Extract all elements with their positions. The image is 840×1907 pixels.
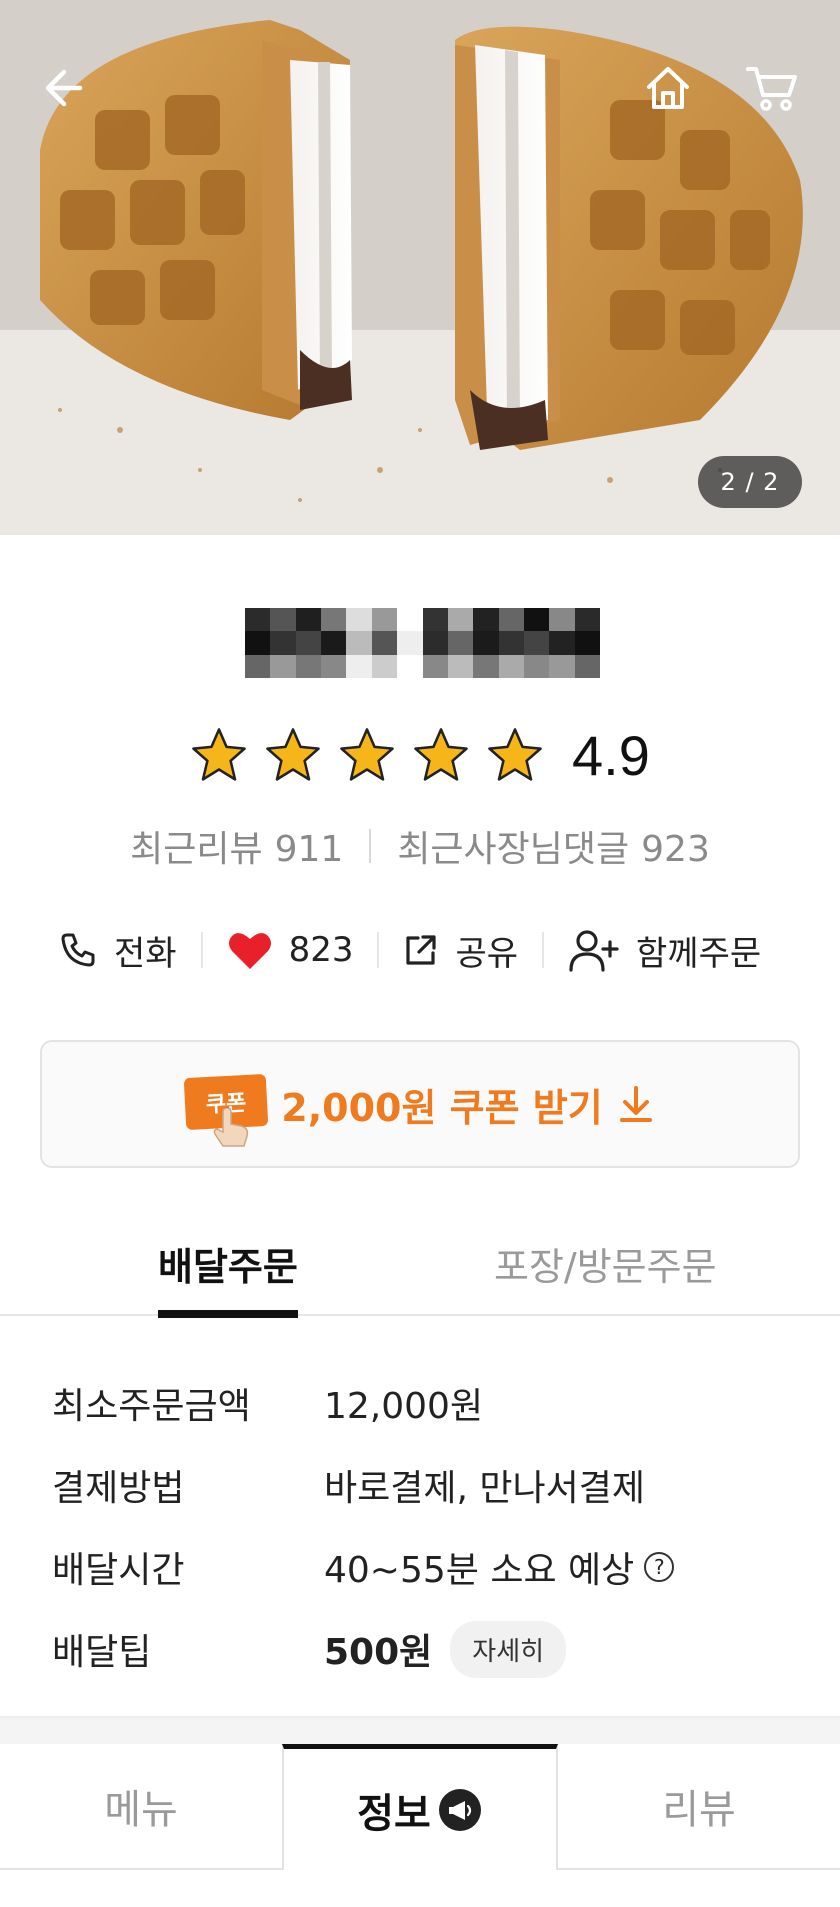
delivery-tip-value-wrap: 500원 자세히 [324, 1620, 567, 1678]
star-icon [340, 728, 394, 781]
store-photo[interactable]: 2 / 2 [0, 0, 840, 535]
download-icon [619, 1086, 652, 1122]
tab-pickup-label: 포장/방문주문 [494, 1245, 717, 1289]
share-icon [406, 935, 437, 965]
delivery-tip-value: 500원 [324, 1632, 433, 1673]
like-count: 823 [288, 930, 354, 970]
like-button[interactable]: 823 [227, 920, 354, 980]
help-icon[interactable]: ? [644, 1552, 675, 1582]
section-divider [0, 1716, 840, 1744]
divider [369, 829, 372, 863]
owner-replies-label: 최근사장님댓글 [397, 829, 630, 870]
share-label: 공유 [455, 933, 519, 974]
recent-reviews[interactable]: 최근리뷰 911 [130, 820, 343, 872]
cart-button[interactable] [740, 56, 804, 120]
megaphone-icon [438, 1788, 481, 1831]
info-row-delivery-time: 배달시간 40~55분 소요 예상 ? [52, 1526, 812, 1608]
add-user-icon [569, 930, 619, 972]
phone-icon [61, 933, 95, 967]
store-name [245, 608, 600, 678]
bottom-spacer [0, 1870, 840, 1907]
call-button[interactable]: 전화 [58, 920, 177, 980]
divider [200, 932, 203, 968]
tab-delivery-label: 배달주문 [158, 1245, 298, 1289]
payment-label: 결제방법 [52, 1468, 185, 1509]
delivery-time-label: 배달시간 [52, 1550, 185, 1591]
home-button[interactable] [636, 56, 700, 120]
recent-reviews-label: 최근리뷰 [130, 829, 263, 870]
recent-reviews-count: 911 [274, 829, 344, 870]
divider [377, 932, 380, 968]
min-order-label: 최소주문금액 [52, 1386, 251, 1427]
delivery-tip-detail-button[interactable]: 자세히 [450, 1620, 567, 1678]
tab-review[interactable]: 리뷰 [558, 1744, 840, 1870]
order-type-tabs: 배달주문 포장/방문주문 [0, 1220, 840, 1318]
delivery-tip-label: 배달팁 [52, 1632, 152, 1673]
star-icon [266, 728, 320, 781]
group-order-button[interactable]: 함께주문 [568, 920, 761, 980]
store-name-mosaic [245, 608, 600, 678]
heart-icon [228, 933, 271, 969]
tab-info[interactable]: 정보 [282, 1744, 558, 1870]
active-tab-indicator [158, 1310, 298, 1318]
coupon-badge: 쿠폰 [183, 1073, 269, 1147]
tab-delivery-order[interactable]: 배달주문 [158, 1220, 298, 1318]
info-row-min-order: 최소주문금액 12,000원 [52, 1362, 812, 1444]
tab-review-label: 리뷰 [662, 1787, 736, 1833]
star-icon [414, 728, 468, 781]
coupon-download-button[interactable]: 쿠폰 2,000원 쿠폰 받기 [40, 1040, 800, 1168]
star-icon [488, 728, 542, 781]
store-actions: 전화 823 공유 함께주문 [58, 920, 780, 980]
rating-value: 4.9 [572, 723, 650, 787]
info-row-payment: 결제방법 바로결제, 만나서결제 [52, 1444, 812, 1526]
tap-hand-icon [213, 1108, 249, 1147]
owner-replies[interactable]: 최근사장님댓글 923 [397, 820, 710, 872]
home-icon [647, 67, 689, 109]
payment-value: 바로결제, 만나서결제 [324, 1468, 645, 1509]
share-button[interactable]: 공유 [403, 920, 518, 980]
tab-pickup-order[interactable]: 포장/방문주문 [494, 1220, 717, 1316]
delivery-time-value-wrap: 40~55분 소요 예상 ? [324, 1541, 675, 1593]
divider [542, 932, 545, 968]
back-button[interactable] [32, 56, 96, 120]
store-section-tabs: 메뉴 정보 리뷰 [0, 1744, 840, 1870]
delivery-info: 최소주문금액 12,000원 결제방법 바로결제, 만나서결제 배달시간 40~… [52, 1362, 812, 1690]
image-page-indicator: 2 / 2 [698, 456, 802, 508]
tab-info-label: 정보 [357, 1790, 431, 1837]
min-order-value: 12,000원 [324, 1386, 484, 1427]
info-row-delivery-tip: 배달팁 500원 자세히 [52, 1608, 812, 1690]
cart-icon [746, 67, 797, 111]
star-icon [192, 728, 246, 781]
group-order-label: 함께주문 [636, 933, 762, 974]
tab-menu[interactable]: 메뉴 [0, 1744, 282, 1870]
tab-menu-label: 메뉴 [104, 1787, 178, 1833]
call-label: 전화 [114, 933, 177, 974]
coupon-label: 2,000원 쿠폰 받기 [281, 1085, 603, 1130]
arrow-left-icon [45, 69, 83, 107]
owner-replies-count: 923 [641, 829, 710, 870]
store-rating: 4.9 [190, 720, 650, 790]
delivery-time-value: 40~55분 소요 예상 [324, 1550, 635, 1591]
waffle-photo [0, 0, 840, 535]
review-counts: 최근리뷰 911 최근사장님댓글 923 [0, 820, 840, 872]
